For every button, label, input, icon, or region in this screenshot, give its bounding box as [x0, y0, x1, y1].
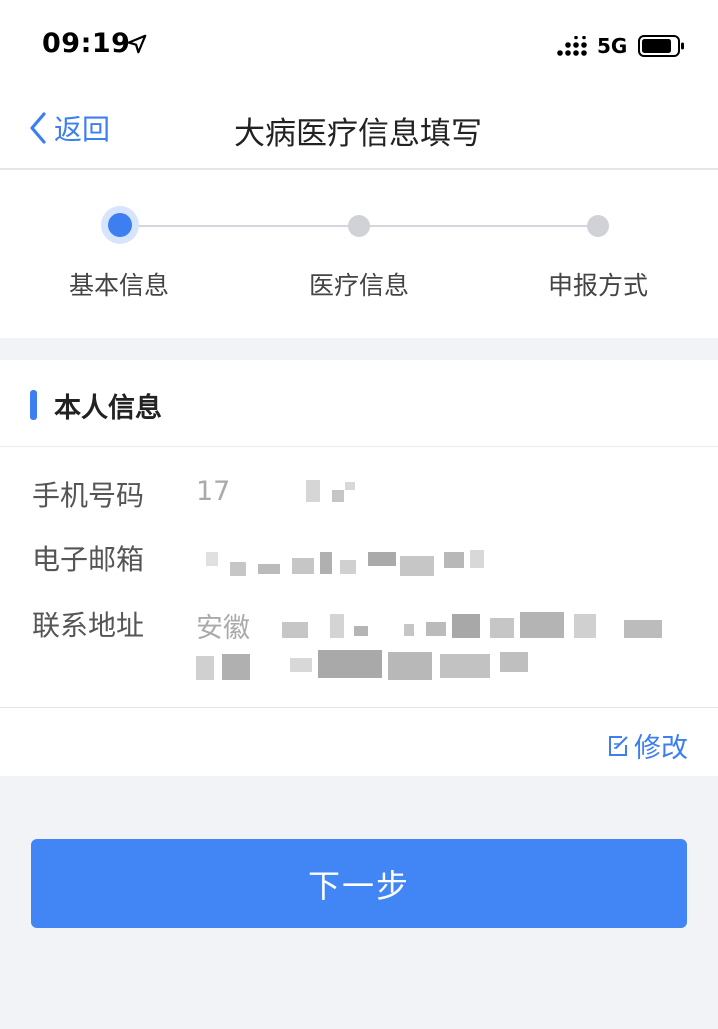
- progress-stepper: 基本信息 医疗信息 申报方式: [0, 170, 718, 338]
- phone-label: 手机号码: [32, 479, 145, 512]
- page-title: 大病医疗信息填写: [0, 108, 718, 153]
- battery-icon: [638, 35, 684, 57]
- section-title: 本人信息: [54, 393, 162, 424]
- edit-icon: [609, 735, 628, 756]
- section-header: 本人信息: [0, 360, 718, 447]
- step-dot-medical-info: [348, 215, 370, 237]
- step-label-declaration-method: 申报方式: [547, 271, 648, 300]
- address-value: 安徽: [196, 613, 250, 644]
- signal-icon: [557, 36, 587, 56]
- phone-value: 17: [196, 476, 231, 507]
- status-bar: 09:19 5G: [0, 0, 718, 92]
- step-label-basic-info: 基本信息: [68, 271, 169, 300]
- location-arrow-icon: [127, 34, 147, 54]
- address-label: 联系地址: [32, 609, 145, 642]
- step-connector: [120, 225, 360, 227]
- step-dot-declaration-method: [587, 215, 609, 237]
- page-title-text: 大病医疗信息填写: [234, 116, 482, 152]
- card-divider: [0, 707, 718, 708]
- section-accent-bar: [30, 390, 37, 420]
- personal-info-card: 本人信息 手机号码 17 电子邮箱 联系地址 安徽 修改: [0, 360, 718, 776]
- nav-bar: 返回 大病医疗信息填写: [0, 92, 718, 170]
- edit-label: 修改: [634, 733, 688, 764]
- step-label-medical-info: 医疗信息: [308, 271, 409, 300]
- status-time: 09:19: [42, 28, 131, 59]
- network-label: 5G: [597, 34, 628, 58]
- email-label: 电子邮箱: [32, 543, 145, 576]
- step-dot-basic-info: [108, 213, 132, 237]
- step-connector: [360, 225, 598, 227]
- next-step-button[interactable]: 下一步: [31, 839, 687, 928]
- edit-button[interactable]: 修改: [606, 726, 688, 765]
